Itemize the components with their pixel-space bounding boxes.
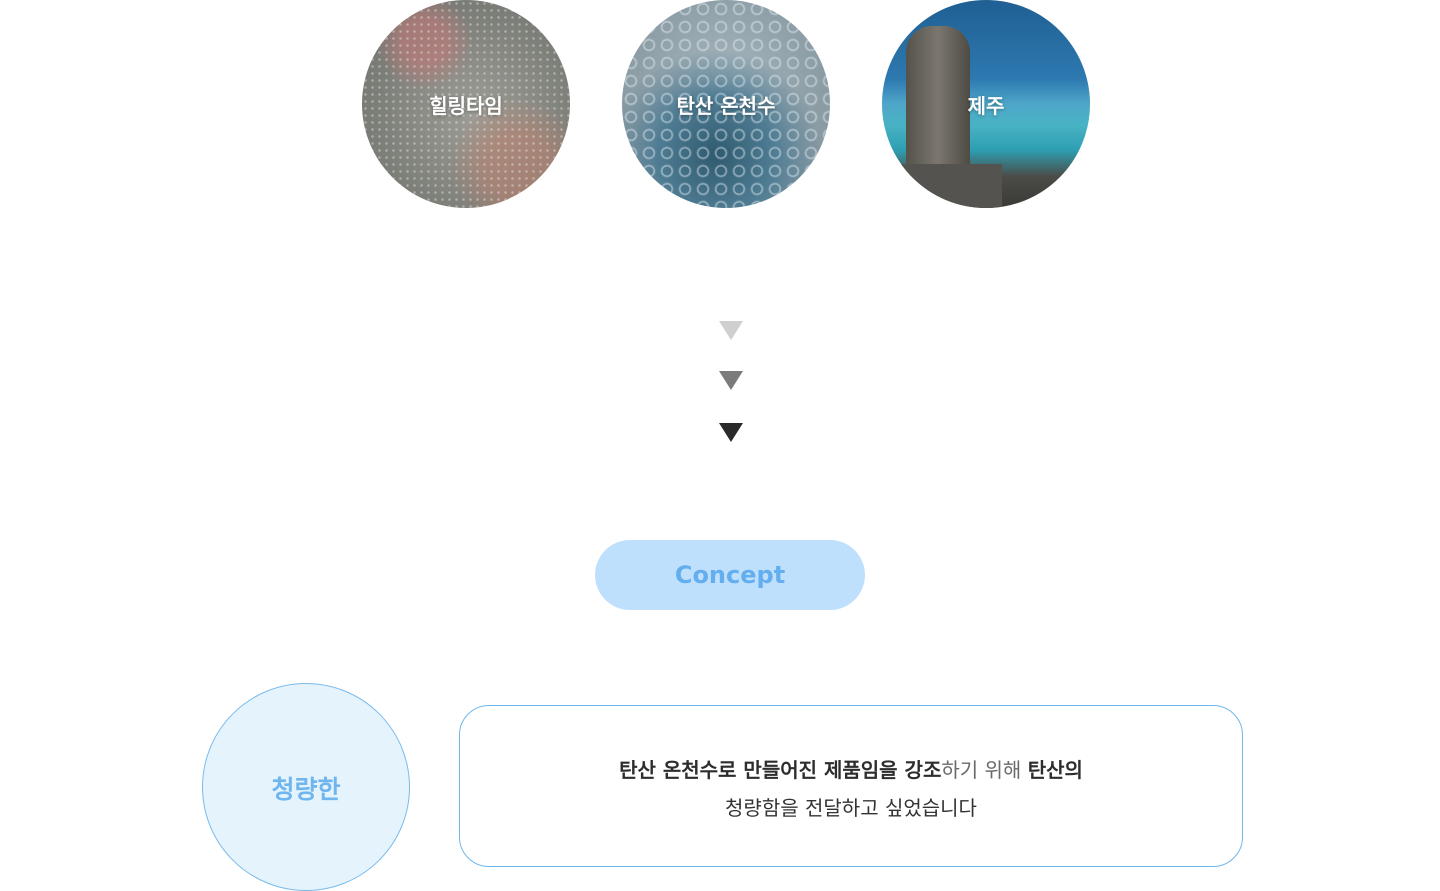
description-emphasis: 탄산 온천수로 만들어진 제품임을 강조 xyxy=(619,758,942,782)
concept-button[interactable]: Concept xyxy=(595,540,865,610)
jeju-circle[interactable]: 제주 xyxy=(882,0,1090,208)
healing-time-label: 힐링타임 xyxy=(429,93,503,118)
description-line-1: 탄산 온천수로 만들어진 제품임을 강조하기 위해 탄산의 xyxy=(460,754,1242,783)
down-arrow-icon xyxy=(719,423,743,442)
carbonated-spring-circle[interactable]: 탄산 온천수 xyxy=(622,0,830,208)
jeju-label: 제주 xyxy=(967,93,1005,118)
description-line-2: 청량함을 전달하고 싶었습니다 xyxy=(725,796,977,820)
keyword-label: 청량한 xyxy=(271,775,341,804)
keyword-circle: 청량한 xyxy=(202,683,410,891)
description-emphasis: 탄산의 xyxy=(1027,758,1083,782)
carbonated-spring-label: 탄산 온천수 xyxy=(676,93,776,118)
concept-label: Concept xyxy=(674,561,786,589)
down-arrow-icon xyxy=(719,371,743,390)
description-text: 하기 위해 xyxy=(941,758,1028,782)
concept-description-box: 탄산 온천수로 만들어진 제품임을 강조하기 위해 탄산의 청량함을 전달하고 … xyxy=(459,705,1243,867)
stone-base-image xyxy=(892,164,1002,208)
healing-time-circle[interactable]: 힐링타임 xyxy=(362,0,570,208)
down-arrow-icon xyxy=(719,321,743,340)
dol-hareubang-image xyxy=(906,26,970,176)
